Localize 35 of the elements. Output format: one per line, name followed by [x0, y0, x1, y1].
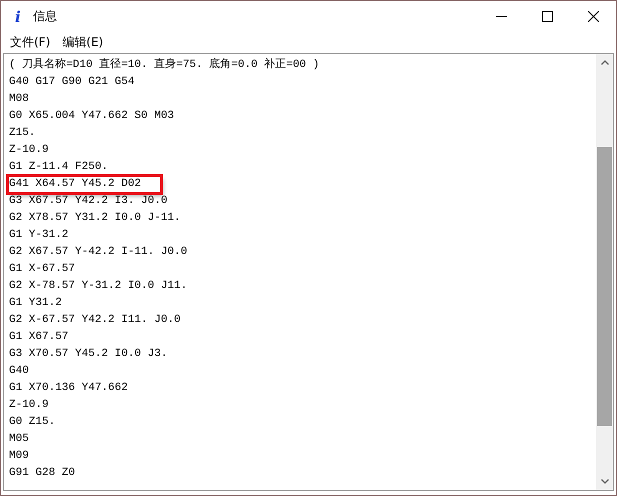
code-line: G1 X70.136 Y47.662 [8, 381, 129, 396]
code-line: G0 X65.004 Y47.662 S0 M03 [8, 109, 176, 124]
code-line: G3 X70.57 Y45.2 I0.0 J3. [8, 347, 168, 362]
code-line: M08 [8, 92, 30, 107]
code-line: G40 G17 G90 G21 G54 [8, 75, 136, 90]
code-line: G40 [8, 364, 30, 379]
code-line: G0 Z15. [8, 415, 56, 430]
code-line: G3 X67.57 Y42.2 I3. J0.0 [8, 194, 168, 209]
info-icon: i [15, 8, 25, 26]
maximize-icon[interactable] [542, 11, 552, 22]
code-line: G2 X-78.57 Y-31.2 I0.0 J11. [8, 279, 188, 294]
window-title: 信息 [33, 8, 57, 25]
highlighted-code-line: G41 X64.57 Y45.2 D02 [8, 176, 162, 193]
code-line: G2 X78.57 Y31.2 I0.0 J-11. [8, 211, 182, 226]
code-line: G1 Y-31.2 [8, 228, 70, 243]
code-line: M09 [8, 449, 30, 464]
scroll-thumb[interactable] [597, 147, 612, 426]
code-line: Z-10.9 [8, 143, 50, 158]
menu-item[interactable]: 编辑(E) [56, 34, 110, 50]
scrollbar[interactable] [596, 54, 613, 490]
code-line: G2 X67.57 Y-42.2 I-11. J0.0 [8, 245, 188, 260]
close-icon[interactable] [588, 11, 598, 22]
code-line: ( 刀具名称=D10 直径=10. 直身=75. 底角=0.0 补正=00 ) [8, 57, 320, 73]
code-line: Z15. [8, 126, 36, 141]
code-line: G1 Y31.2 [8, 296, 63, 311]
code-line: G1 X-67.57 [8, 262, 76, 277]
code-line: G1 X67.57 [8, 330, 70, 345]
scroll-down-icon[interactable] [600, 479, 608, 484]
code-line: Z-10.9 [8, 398, 50, 413]
code-line: G91 G28 Z0 [8, 466, 76, 481]
scroll-up-icon[interactable] [600, 60, 608, 65]
code-line: G2 X-67.57 Y42.2 I11. J0.0 [8, 313, 182, 328]
code-line: M05 [8, 432, 30, 447]
menu-item[interactable]: 文件(F) [4, 34, 56, 50]
code-line: G1 Z-11.4 F250. [8, 160, 110, 175]
